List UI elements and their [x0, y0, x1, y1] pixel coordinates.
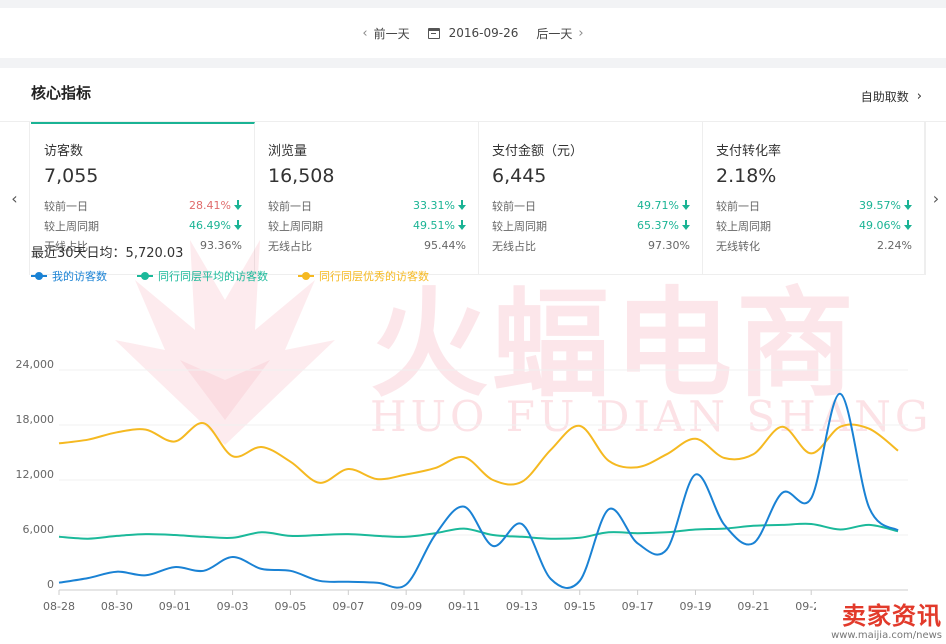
legend-swatch-icon [137, 272, 153, 280]
current-date: 2016-09-26 [448, 26, 519, 40]
self-fetch-link[interactable]: 自助取数 › [861, 88, 922, 105]
row-label: 无线转化 [716, 240, 760, 253]
row-label: 较上周同期 [492, 220, 547, 233]
core-metrics-panel: 核心指标 自助取数 › ‹ 访客数 7,055 较前一日 28.41% 较上周同期… [0, 68, 946, 644]
metric-label: 浏览量 [268, 144, 308, 159]
chevron-left-icon: ‹ [11, 189, 18, 208]
row-value-text: 49.71% [637, 198, 679, 212]
metric-value: 6,445 [492, 165, 547, 187]
prev-day-button[interactable]: ‹ 前一天 [356, 25, 409, 42]
legend-label: 同行同层优秀的访客数 [319, 270, 429, 283]
self-fetch-label: 自助取数 [860, 90, 909, 104]
metric-row: 无线转化 2.24% [716, 238, 912, 254]
date-picker[interactable]: 2016-09-26 [427, 26, 519, 40]
next-day-label: 后一天 [536, 26, 573, 41]
arrow-down-icon [234, 219, 242, 231]
arrow-down-icon [682, 219, 690, 231]
corner-watermark-cn: 卖家资讯 [842, 602, 942, 630]
metric-card-pageviews[interactable]: 浏览量 16,508 较前一日 33.31% 较上周同期 49.51% 无线占比 95… [255, 122, 479, 275]
arrow-down-icon [682, 199, 690, 211]
arrow-down-icon [458, 219, 466, 231]
metric-row: 较前一日 33.31% [268, 198, 466, 213]
corner-watermark: 卖家资讯 www.maijia.com/news [816, 594, 946, 644]
metric-row: 较前一日 28.41% [44, 198, 242, 213]
metric-row: 无线占比 97.30% [492, 238, 690, 254]
chart-legend: 我的访客数 同行同层平均的访客数 同行同层优秀的访客数 [31, 268, 459, 284]
row-value: 39.57% [859, 198, 912, 212]
metric-label: 访客数 [44, 144, 84, 159]
next-day-button[interactable]: 后一天 › [536, 25, 589, 42]
panel-title: 核心指标 [31, 84, 92, 102]
row-value: 28.41% [189, 198, 242, 212]
metric-value: 16,508 [268, 165, 335, 187]
row-value-text: 39.57% [859, 198, 901, 212]
carousel-next-button[interactable]: › [925, 122, 946, 275]
row-label: 无线占比 [268, 240, 312, 253]
chevron-left-icon: ‹ [362, 25, 368, 41]
metric-value: 7,055 [44, 165, 99, 187]
chevron-right-icon: › [932, 189, 940, 208]
metric-row: 较前一日 39.57% [716, 198, 912, 213]
metric-label: 支付金额（元） [492, 144, 584, 159]
metric-card-payment-amount[interactable]: 支付金额（元） 6,445 较前一日 49.71% 较上周同期 65.37% 无线占… [479, 122, 703, 275]
metric-row: 无线占比 95.44% [268, 238, 466, 254]
corner-watermark-url: www.maijia.com/news [831, 630, 942, 641]
row-value-text: 65.37% [637, 218, 679, 232]
date-navigation-bar: ‹ 前一天 2016-09-26 后一天 › [0, 8, 946, 58]
row-value: 49.51% [413, 218, 466, 232]
arrow-down-icon [234, 199, 242, 211]
legend-swatch-icon [298, 272, 314, 280]
row-value-text: 28.41% [189, 198, 231, 212]
metric-row: 较上周同期 65.37% [492, 218, 690, 233]
legend-item-peer-average[interactable]: 同行同层平均的访客数 [137, 268, 268, 284]
metric-row: 较上周同期 49.06% [716, 218, 912, 233]
metric-row: 较前一日 49.71% [492, 198, 690, 213]
row-label: 较上周同期 [716, 220, 771, 233]
row-value-text: 49.06% [859, 218, 901, 232]
chevron-right-icon: › [578, 25, 584, 41]
metric-label: 支付转化率 [716, 144, 782, 159]
row-value: 97.30% [648, 238, 690, 252]
row-label: 较前一日 [716, 200, 760, 213]
row-value: 49.71% [637, 198, 690, 212]
chevron-right-icon: › [916, 89, 922, 104]
metric-value: 2.18% [716, 165, 777, 187]
row-label: 较前一日 [492, 200, 536, 213]
metric-row: 较上周同期 49.51% [268, 218, 466, 233]
metric-card-conversion-rate[interactable]: 支付转化率 2.18% 较前一日 39.57% 较上周同期 49.06% 无线转化 2… [703, 122, 925, 275]
row-label: 较前一日 [44, 200, 88, 213]
carousel-prev-button[interactable]: ‹ [0, 122, 30, 275]
row-label: 较上周同期 [268, 220, 323, 233]
legend-swatch-icon [31, 272, 47, 280]
row-value: 2.24% [877, 238, 912, 252]
row-value: 65.37% [637, 218, 690, 232]
calendar-icon [427, 27, 440, 39]
arrow-down-icon [904, 199, 912, 211]
row-value: 49.06% [859, 218, 912, 232]
prev-day-label: 前一天 [373, 26, 410, 41]
legend-label: 同行同层平均的访客数 [158, 270, 268, 283]
metric-row: 较上周同期 46.49% [44, 218, 242, 233]
row-label: 无线占比 [492, 240, 536, 253]
row-value-text: 46.49% [189, 218, 231, 232]
row-value-text: 33.31% [413, 198, 455, 212]
row-value: 93.36% [200, 238, 242, 252]
row-value: 46.49% [189, 218, 242, 232]
legend-item-mine[interactable]: 我的访客数 [31, 268, 107, 284]
legend-item-peer-top[interactable]: 同行同层优秀的访客数 [298, 268, 429, 284]
row-label: 较上周同期 [44, 220, 99, 233]
row-value-text: 49.51% [413, 218, 455, 232]
arrow-down-icon [458, 199, 466, 211]
arrow-down-icon [904, 219, 912, 231]
row-value: 33.31% [413, 198, 466, 212]
row-label: 较前一日 [268, 200, 312, 213]
row-value: 95.44% [424, 238, 466, 252]
legend-label: 我的访客数 [52, 270, 107, 283]
thirty-day-average: 最近30天日均：5,720.03 [31, 246, 184, 261]
